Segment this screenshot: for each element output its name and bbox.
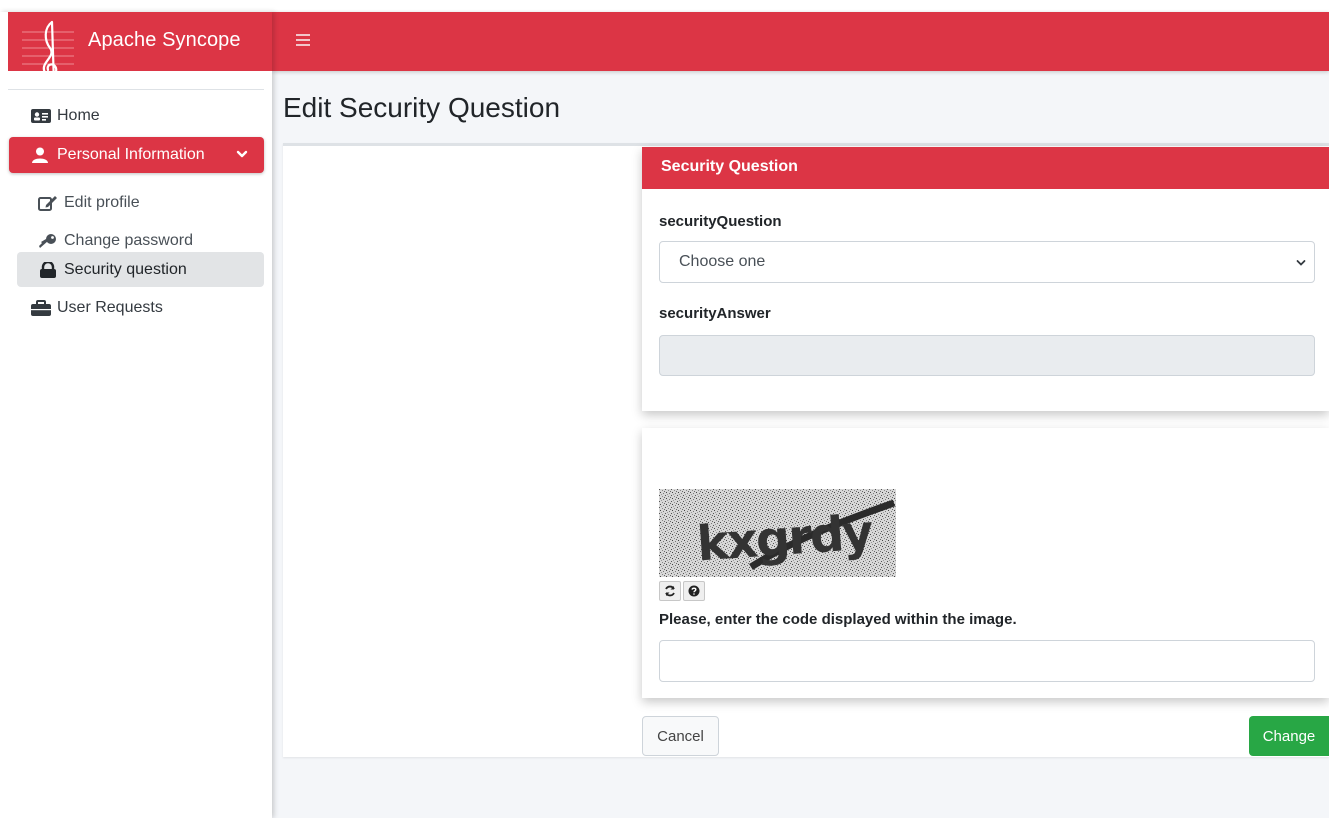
- sidebar-item-label: Personal Information: [57, 146, 205, 163]
- user-icon: [32, 147, 48, 163]
- hamburger-icon[interactable]: [296, 34, 310, 47]
- chevron-down-icon: [1296, 260, 1306, 266]
- security-answer-label: securityAnswer: [659, 305, 771, 322]
- sidebar-item-user-requests[interactable]: User Requests: [31, 299, 163, 317]
- brand-name[interactable]: Apache Syncope: [88, 29, 241, 52]
- sidebar-item-security-question[interactable]: Security question: [17, 252, 264, 287]
- security-question-select[interactable]: Choose one: [659, 241, 1315, 283]
- sidebar-item-label: Home: [57, 107, 100, 124]
- question-circle-icon: [688, 585, 700, 597]
- sidebar-item-home[interactable]: Home: [31, 107, 100, 125]
- captcha-panel: kxgrdy Please, enter the code displayed …: [642, 428, 1329, 698]
- id-card-icon: [31, 109, 51, 123]
- sidebar-item-label: Change password: [64, 232, 193, 249]
- sidebar: Apache Syncope Home Personal Information…: [0, 12, 272, 818]
- security-question-panel: Security Question securityQuestion Choos…: [642, 147, 1329, 411]
- chevron-down-icon: [236, 150, 248, 158]
- lock-icon: [40, 261, 56, 278]
- panel-header: Security Question: [642, 147, 1329, 189]
- change-button[interactable]: Change: [1249, 716, 1329, 756]
- captcha-input[interactable]: [659, 640, 1315, 682]
- security-question-label: securityQuestion: [659, 213, 782, 230]
- captcha-refresh-button[interactable]: [659, 581, 681, 601]
- refresh-icon: [665, 585, 675, 597]
- sidebar-item-label: Edit profile: [64, 194, 140, 211]
- sidebar-item-label: User Requests: [57, 299, 163, 316]
- select-value: Choose one: [679, 253, 766, 270]
- captcha-help-button[interactable]: [683, 581, 705, 601]
- security-answer-input: [659, 335, 1315, 376]
- edit-icon: [38, 196, 57, 211]
- sidebar-divider: [8, 89, 264, 90]
- sidebar-item-edit-profile[interactable]: Edit profile: [38, 194, 140, 212]
- captcha-instructions: Please, enter the code displayed within …: [659, 611, 1017, 628]
- page-title: Edit Security Question: [283, 92, 561, 123]
- top-navbar: [272, 12, 1329, 71]
- brand[interactable]: Apache Syncope: [8, 12, 272, 90]
- sidebar-item-label: Security question: [64, 260, 187, 278]
- captcha-image: kxgrdy: [659, 489, 896, 577]
- treble-clef-icon: [22, 20, 74, 90]
- cancel-button[interactable]: Cancel: [642, 716, 719, 756]
- sidebar-item-change-password[interactable]: Change password: [38, 232, 193, 250]
- key-icon: [39, 234, 56, 248]
- sidebar-item-personal-information[interactable]: Personal Information: [9, 137, 264, 173]
- briefcase-icon: [31, 300, 51, 316]
